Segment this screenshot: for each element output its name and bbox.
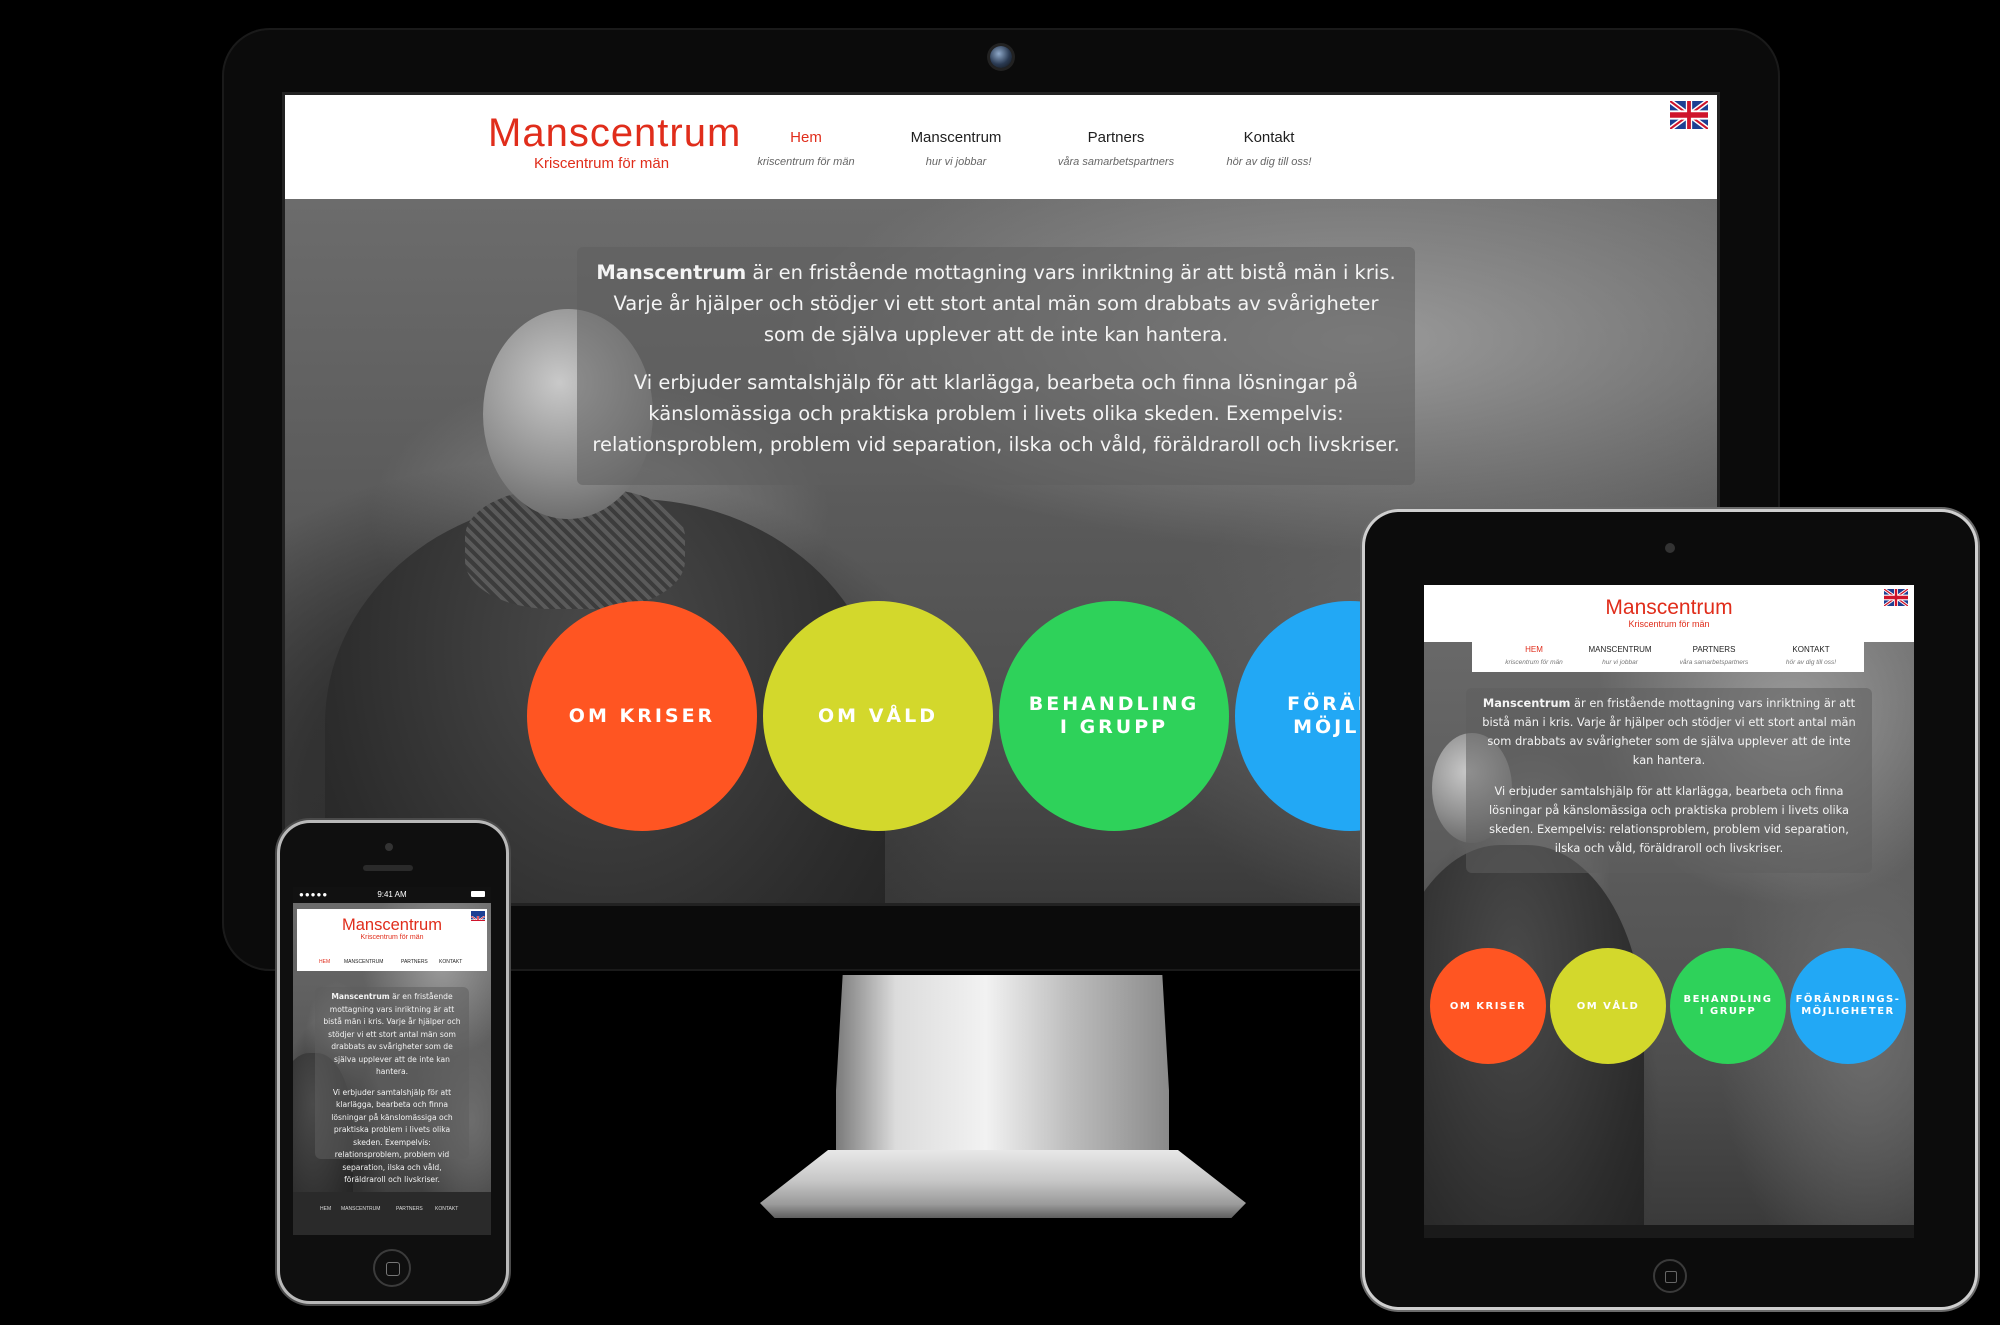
circle-behandling-i-grupp[interactable]: BEHANDLING I GRUPP: [999, 601, 1229, 831]
nav-item-kontakt[interactable]: Kontakt hör av dig till oss!: [1199, 129, 1339, 168]
tablet-screen: Manscentrum Kriscentrum för män HEM kris…: [1424, 585, 1914, 1238]
uk-flag-icon[interactable]: [1884, 589, 1908, 606]
intro-brand: Manscentrum: [1482, 696, 1571, 710]
phone-screen: ●●●●● 9:41 AM Manscentrum Kriscentrum fö…: [293, 887, 491, 1235]
nav-bar: HEM MANSCENTRUM PARTNERS KONTAKT: [297, 953, 487, 971]
logo-title: Manscentrum: [342, 916, 442, 934]
site-logo[interactable]: Manscentrum Kriscentrum för män: [1424, 597, 1914, 629]
nav-item-manscentrum[interactable]: MANSCENTRUM hur vi jobbar: [1582, 645, 1658, 666]
nav-item-hem[interactable]: HEM: [319, 959, 330, 965]
intro-box: Manscentrum är en fristående mottagning …: [1466, 688, 1872, 873]
uk-flag-icon[interactable]: [1670, 101, 1708, 129]
nav-sub: hur vi jobbar: [925, 156, 987, 168]
nav-sub: hur vi jobbar: [1602, 659, 1638, 666]
nav-item-kontakt[interactable]: KONTAKT hör av dig till oss!: [1768, 645, 1854, 666]
intro-paragraph-2: Vi erbjuder samtalshjälp för att klarläg…: [331, 1087, 453, 1185]
nav-item-hem[interactable]: Hem kriscentrum för män: [751, 129, 861, 168]
nav-item-partners[interactable]: Partners våra samarbetspartners: [1041, 129, 1191, 168]
camera-icon: [385, 843, 393, 851]
monitor-stand-base: [760, 1150, 1246, 1218]
nav-item-hem[interactable]: HEM kriscentrum för män: [1494, 645, 1574, 666]
circle-label: OM VÅLD: [818, 705, 938, 727]
intro-brand: Manscentrum: [331, 992, 390, 1001]
logo-subtitle: Kriscentrum för män: [1628, 619, 1710, 629]
nav-label: Partners: [1087, 129, 1145, 146]
status-bar: ●●●●● 9:41 AM: [293, 887, 491, 903]
site-header: Manscentrum Kriscentrum för män: [1424, 585, 1914, 642]
nav-item-partners[interactable]: PARTNERS: [401, 959, 428, 965]
nav-item-partners[interactable]: PARTNERS våra samarbetspartners: [1666, 645, 1762, 666]
camera-icon: [1665, 543, 1675, 553]
footer-nav-manscentrum[interactable]: MANSCENTRUM: [341, 1206, 380, 1212]
nav-label: MANSCENTRUM: [1588, 645, 1652, 654]
intro-paragraph-1: Manscentrum är en fristående mottagning …: [591, 257, 1401, 350]
nav-sub: kriscentrum för män: [757, 156, 855, 168]
site-header: Manscentrum Kriscentrum för män: [297, 909, 487, 953]
logo-title: Manscentrum: [1605, 596, 1733, 619]
nav-label: PARTNERS: [1692, 645, 1736, 654]
intro-box: Manscentrum är en fristående mottagning …: [577, 247, 1415, 485]
circle-behandling-i-grupp[interactable]: BEHANDLING I GRUPP: [1670, 948, 1786, 1064]
nav-sub: hör av dig till oss!: [1226, 156, 1312, 168]
uk-flag-icon[interactable]: [471, 911, 485, 921]
circle-label: FÖRÄNDRINGS- MÖJLIGHETER: [1795, 994, 1901, 1017]
status-time: 9:41 AM: [377, 890, 407, 899]
home-button-icon[interactable]: [1653, 1259, 1687, 1293]
footer-nav: HEM MANSCENTRUM PARTNERS KONTAKT: [293, 1192, 491, 1235]
circle-label: BEHANDLING I GRUPP: [1028, 693, 1200, 738]
hero-photo: [1424, 585, 1914, 1225]
footer-nav-kontakt[interactable]: KONTAKT: [435, 1206, 458, 1212]
circle-om-vald[interactable]: OM VÅLD: [763, 601, 993, 831]
intro-box: Manscentrum är en fristående mottagning …: [315, 987, 469, 1184]
circle-om-kriser[interactable]: OM KRISER: [1430, 948, 1546, 1064]
nav-sub: kriscentrum för män: [1505, 659, 1563, 666]
site-logo[interactable]: Manscentrum Kriscentrum för män: [297, 917, 487, 941]
intro-brand: Manscentrum: [596, 261, 747, 284]
footer-bar: [1424, 1225, 1914, 1238]
earpiece: [363, 865, 413, 871]
nav-label: Manscentrum: [910, 129, 1002, 146]
logo-subtitle: Kriscentrum för män: [534, 155, 670, 172]
intro-paragraph-2: Vi erbjuder samtalshjälp för att klarläg…: [1488, 784, 1850, 855]
camera-icon: [990, 46, 1012, 68]
logo-subtitle: Kriscentrum för män: [360, 933, 424, 941]
nav-sub: hör av dig till oss!: [1785, 659, 1837, 666]
logo-title: Manscentrum: [488, 111, 742, 155]
battery-icon: [471, 891, 485, 897]
intro-paragraph-1: Manscentrum är en fristående mottagning …: [1476, 694, 1862, 770]
footer-nav-hem[interactable]: HEM: [320, 1206, 331, 1212]
site-header: Manscentrum Kriscentrum för män Hem kris…: [285, 95, 1717, 199]
circle-om-vald[interactable]: OM VÅLD: [1550, 948, 1666, 1064]
nav-label: KONTAKT: [1792, 645, 1830, 654]
intro-paragraph-1: Manscentrum är en fristående mottagning …: [321, 991, 463, 1079]
circle-forandringsmojligheter[interactable]: FÖRÄNDRINGS- MÖJLIGHETER: [1790, 948, 1906, 1064]
home-button-icon[interactable]: [373, 1249, 411, 1287]
circle-om-kriser[interactable]: OM KRISER: [527, 601, 757, 831]
circle-label: OM VÅLD: [1576, 1000, 1640, 1012]
intro-text-1: är en fristående mottagning vars inriktn…: [323, 992, 461, 1076]
nav-sub: våra samarbetspartners: [1679, 659, 1749, 666]
circle-label: OM KRISER: [568, 705, 716, 727]
intro-paragraph-2: Vi erbjuder samtalshjälp för att klarläg…: [592, 371, 1400, 456]
nav-item-manscentrum[interactable]: MANSCENTRUM: [344, 959, 383, 965]
circle-label: BEHANDLING I GRUPP: [1683, 994, 1773, 1017]
nav-label: HEM: [1525, 645, 1543, 654]
site-logo[interactable]: Manscentrum Kriscentrum för män: [488, 113, 741, 172]
footer-nav-partners[interactable]: PARTNERS: [396, 1206, 423, 1212]
nav-label: Kontakt: [1243, 129, 1295, 146]
nav-bar: HEM kriscentrum för män MANSCENTRUM hur …: [1472, 642, 1864, 672]
nav-sub: våra samarbetspartners: [1057, 156, 1175, 168]
nav-item-kontakt[interactable]: KONTAKT: [439, 959, 462, 965]
circle-label: OM KRISER: [1449, 1000, 1527, 1012]
nav-label: Hem: [790, 129, 822, 146]
nav-item-manscentrum[interactable]: Manscentrum hur vi jobbar: [891, 129, 1021, 168]
